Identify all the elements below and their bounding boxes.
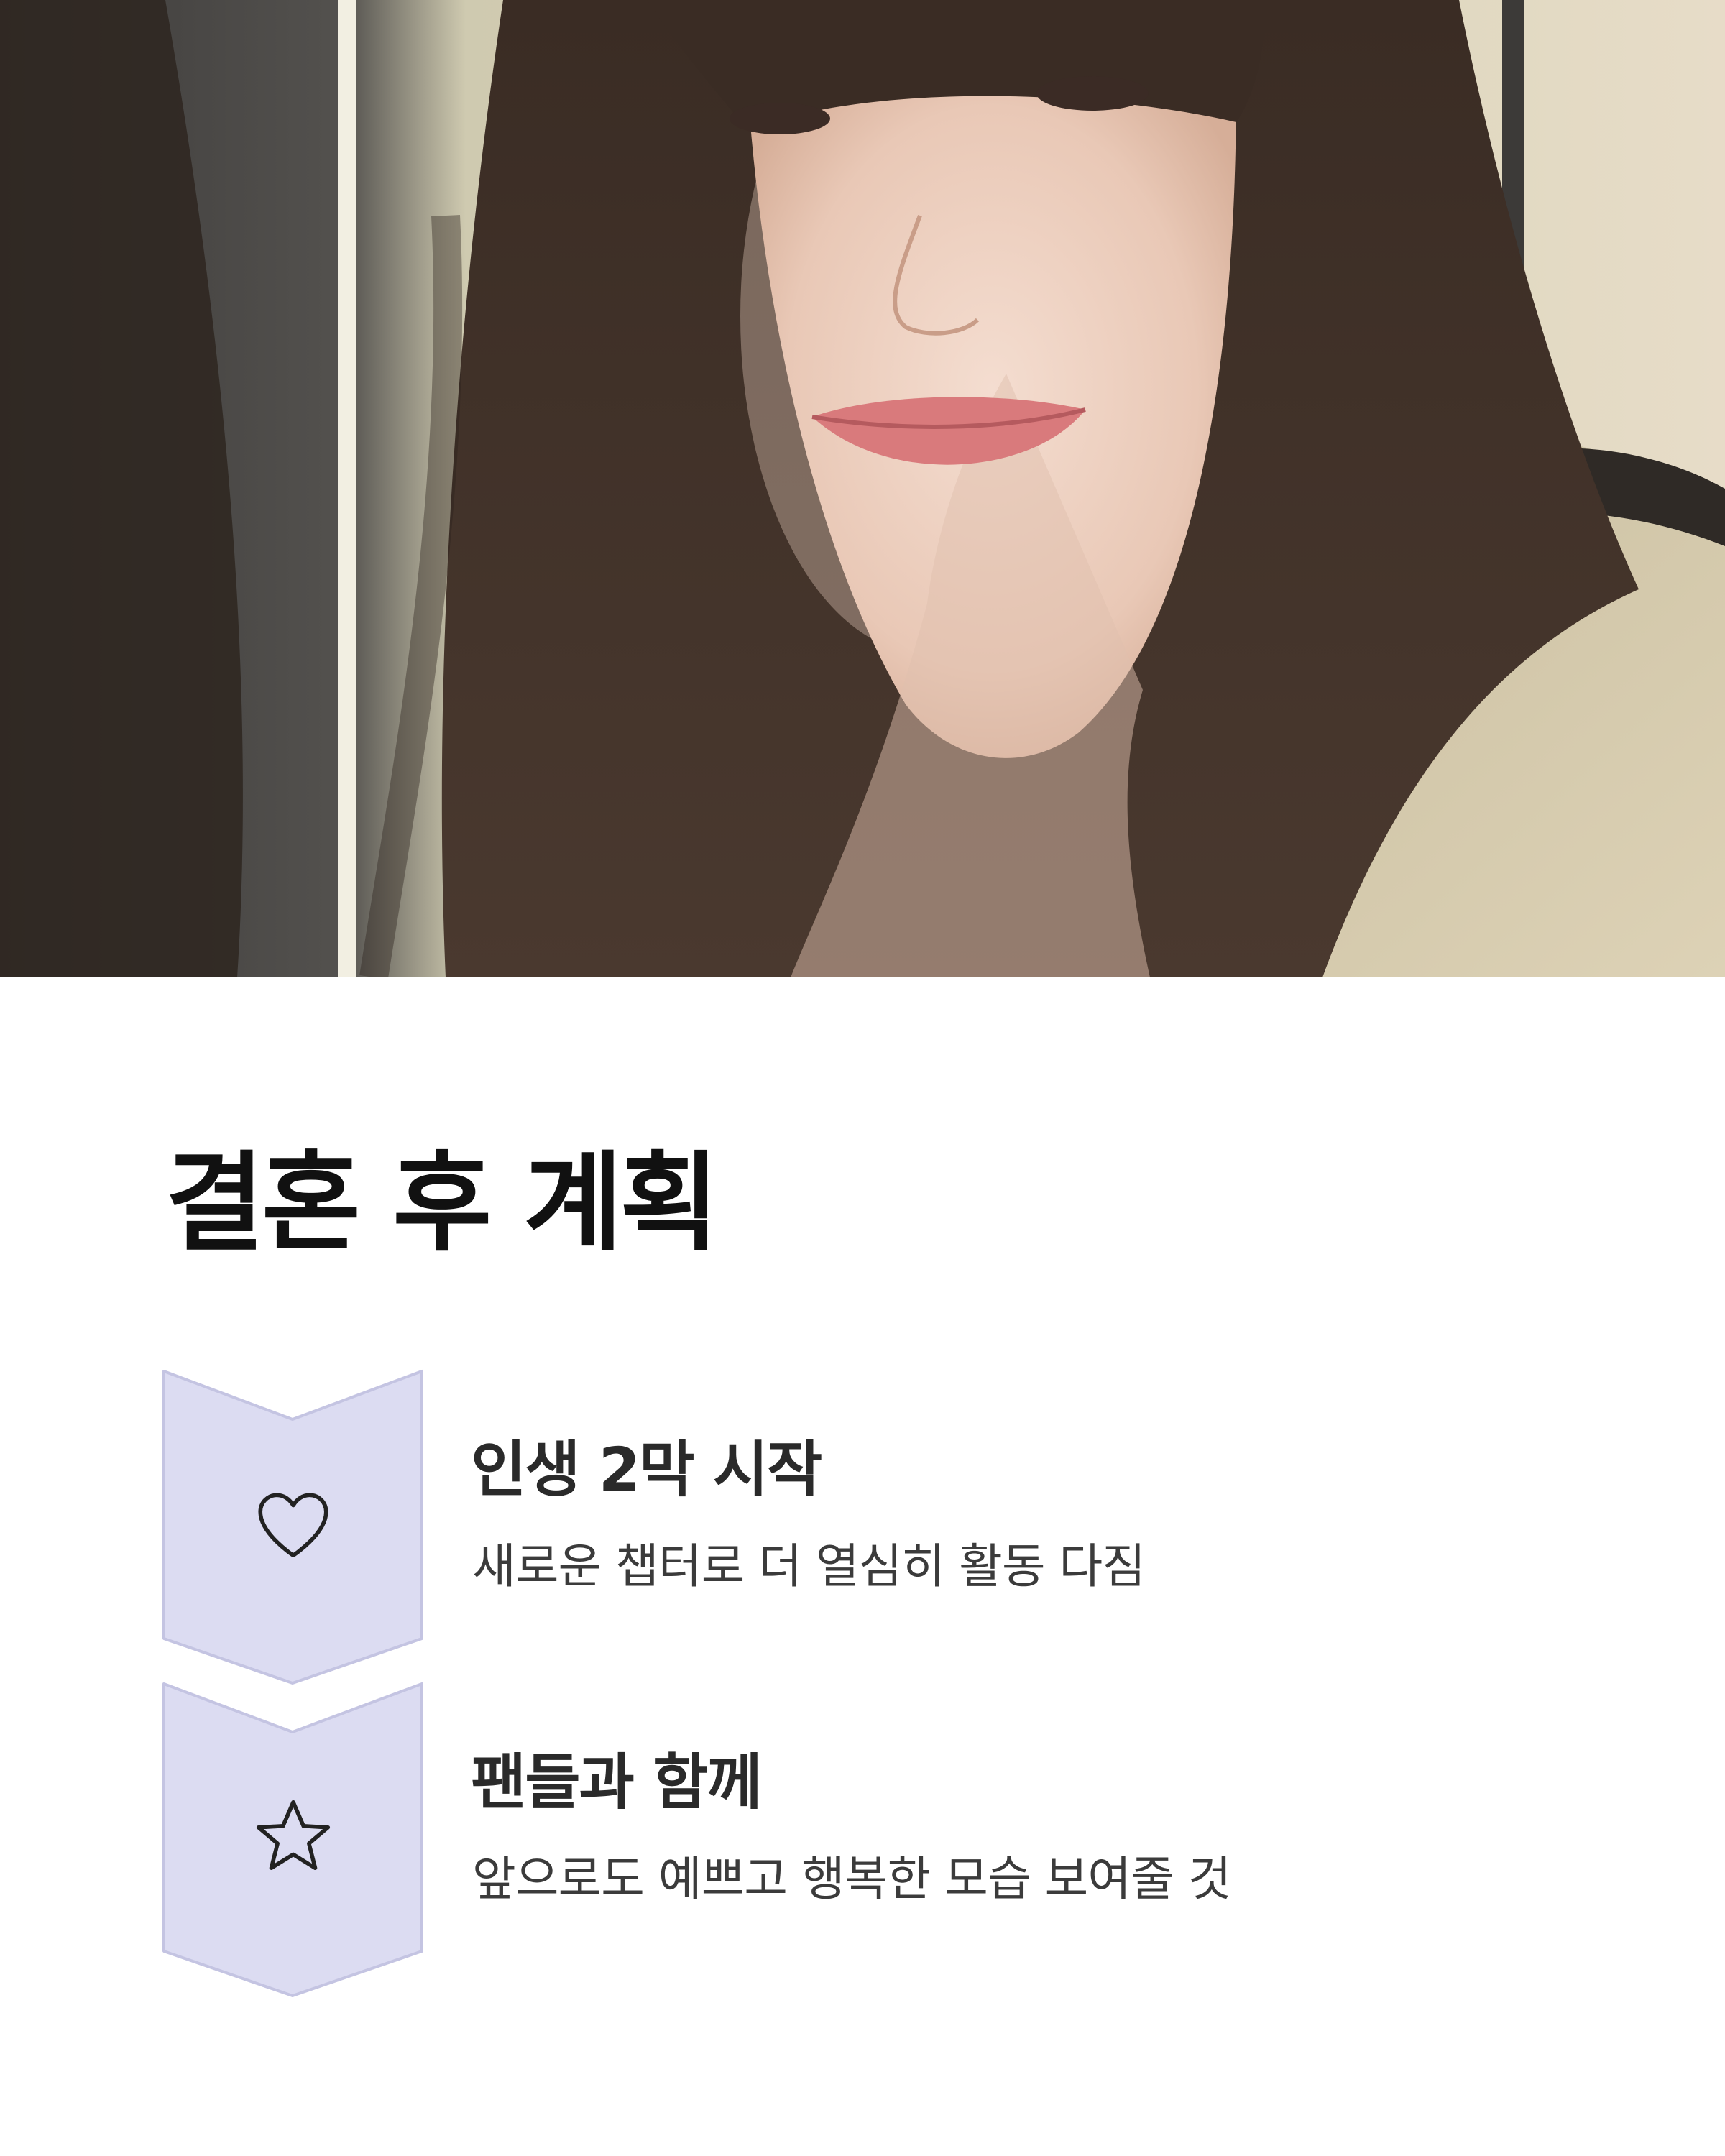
heart-icon xyxy=(258,1493,328,1558)
plan-section: 결혼 후 계획 인생 2막 시작 새로운 챕터로 더 열심히 활동 다짐 팬들과… xyxy=(0,977,1725,2156)
item-badge xyxy=(162,1682,424,1998)
hero-photo xyxy=(0,0,1725,977)
star-icon xyxy=(256,1800,331,1871)
item-title: 팬들과 함께 xyxy=(471,1747,763,1818)
plan-item: 팬들과 함께 앞으로도 예쁘고 행복한 모습 보여줄 것 xyxy=(0,1682,1725,1998)
item-badge xyxy=(162,1369,424,1685)
item-description: 새로운 챕터로 더 열심히 활동 다짐 xyxy=(472,1539,1146,1594)
item-title: 인생 2막 시작 xyxy=(471,1434,822,1505)
plan-item: 인생 2막 시작 새로운 챕터로 더 열심히 활동 다짐 xyxy=(0,1369,1725,1685)
section-title: 결혼 후 계획 xyxy=(165,1141,719,1266)
item-description: 앞으로도 예쁘고 행복한 모습 보여줄 것 xyxy=(472,1851,1231,1907)
